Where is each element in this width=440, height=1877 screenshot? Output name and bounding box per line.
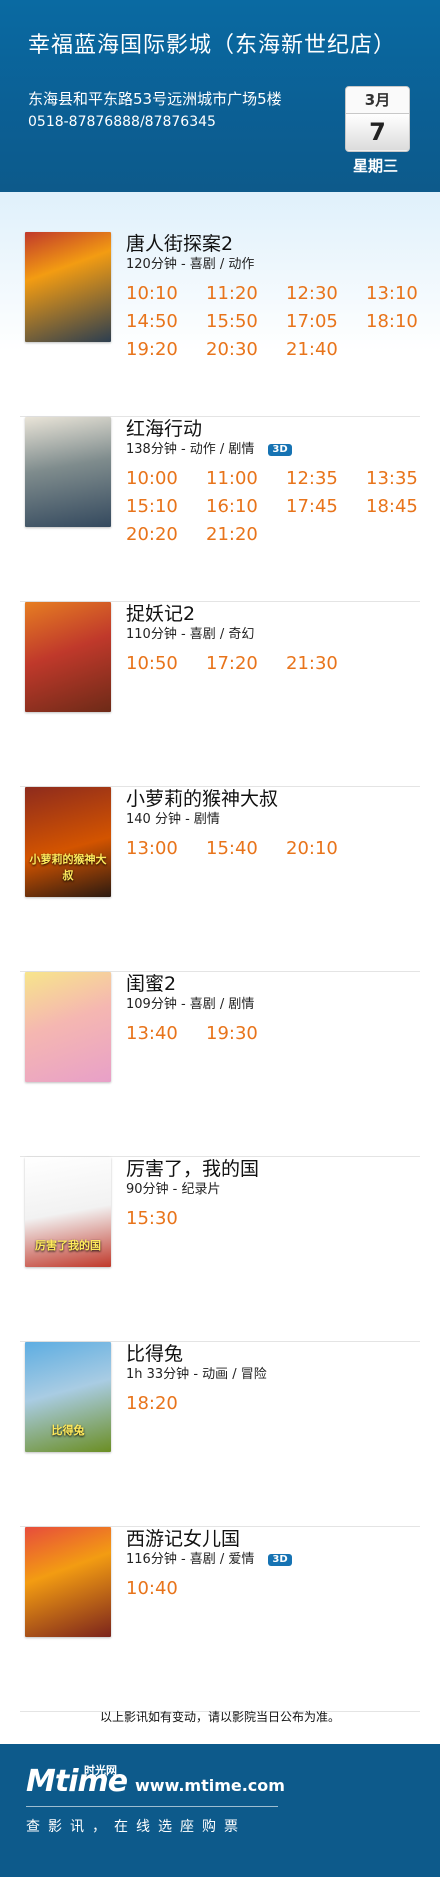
movie-item[interactable]: 西游记女儿国 116分钟 - 喜剧 / 爱情 3D 10:40: [20, 1527, 420, 1712]
showtime[interactable]: 12:35: [286, 468, 366, 490]
showtime[interactable]: 21:40: [286, 339, 366, 361]
showtime-list: 10:40: [126, 1578, 426, 1600]
movie-poster[interactable]: 比得兔: [25, 1342, 111, 1452]
movie-duration-genre: 110分钟 - 喜剧 / 奇幻: [126, 627, 255, 642]
schedule-notice: 以上影讯如有变动，请以影院当日公布为准。: [99, 1710, 340, 1724]
showtime[interactable]: 10:50: [126, 653, 206, 675]
showtime[interactable]: 14:50: [126, 311, 206, 333]
showtime[interactable]: 20:10: [286, 838, 366, 860]
showtime[interactable]: 12:30: [286, 283, 366, 305]
movie-title[interactable]: 小萝莉的猴神大叔: [126, 784, 278, 811]
movie-title[interactable]: 厉害了，我的国: [126, 1154, 259, 1181]
movie-meta: 110分钟 - 喜剧 / 奇幻: [126, 623, 254, 642]
showtime[interactable]: 17:20: [206, 653, 286, 675]
movie-poster[interactable]: 小萝莉的猴神大叔: [25, 787, 111, 897]
showtime[interactable]: 15:10: [126, 496, 206, 518]
poster-title-text: 比得兔: [51, 1424, 85, 1437]
footer-slogan: 查影讯，在线选座购票: [26, 1819, 246, 1835]
showtime[interactable]: 20:20: [126, 524, 206, 546]
showtime[interactable]: 16:10: [206, 496, 286, 518]
showtime[interactable]: 19:20: [126, 339, 206, 361]
showtime[interactable]: 13:00: [126, 838, 206, 860]
movie-item[interactable]: 唐人街探案2 120分钟 - 喜剧 / 动作 10:10 11:20 12:30 13:1…: [20, 232, 420, 417]
poster-title-text: 厉害了我的国: [35, 1239, 101, 1252]
date-card: 3月 7: [345, 86, 410, 152]
cinema-name: 幸福蓝海国际影城（东海新世纪店）: [28, 33, 397, 58]
showtime[interactable]: 17:45: [286, 496, 366, 518]
movie-title[interactable]: 闺蜜2: [126, 969, 176, 996]
showtime[interactable]: 10:10: [126, 283, 206, 305]
movie-poster[interactable]: [25, 972, 111, 1082]
format-3d-badge: 3D: [268, 443, 292, 456]
movie-title[interactable]: 唐人街探案2: [126, 229, 233, 256]
movie-duration-genre: 116分钟 - 喜剧 / 爱情: [126, 1552, 255, 1567]
format-3d-badge: 3D: [268, 1553, 292, 1566]
movie-poster[interactable]: [25, 602, 111, 712]
showtime[interactable]: 20:30: [206, 339, 286, 361]
movie-item[interactable]: 捉妖记2 110分钟 - 喜剧 / 奇幻 10:50 17:20 21:30: [20, 602, 420, 787]
website-link[interactable]: www.mtime.com: [135, 1776, 285, 1795]
movie-duration-genre: 140 分钟 - 剧情: [126, 812, 220, 827]
movie-poster[interactable]: [25, 417, 111, 527]
showtime[interactable]: 18:10: [366, 311, 426, 333]
movie-poster[interactable]: [25, 1527, 111, 1637]
movie-meta: 138分钟 - 动作 / 剧情 3D: [126, 438, 292, 457]
footer: Mtime 时光网 www.mtime.com 查影讯，在线选座购票: [0, 1744, 440, 1877]
showtime-list: 18:20: [126, 1393, 426, 1415]
showtime[interactable]: 13:10: [366, 283, 426, 305]
movie-duration-genre: 138分钟 - 动作 / 剧情: [126, 442, 255, 457]
divider: [26, 1806, 278, 1807]
showtime[interactable]: 21:20: [206, 524, 286, 546]
showtime[interactable]: 19:30: [206, 1023, 286, 1045]
showtime[interactable]: 13:35: [366, 468, 426, 490]
movie-item[interactable]: 厉害了我的国 厉害了，我的国 90分钟 - 纪录片 15:30: [20, 1157, 420, 1342]
showtime[interactable]: 11:20: [206, 283, 286, 305]
movie-meta: 116分钟 - 喜剧 / 爱情 3D: [126, 1548, 292, 1567]
showtime[interactable]: 11:00: [206, 468, 286, 490]
cinema-phone: 0518-87876888/87876345: [28, 114, 216, 130]
movie-item[interactable]: 闺蜜2 109分钟 - 喜剧 / 剧情 13:40 19:30: [20, 972, 420, 1157]
movie-duration-genre: 90分钟 - 纪录片: [126, 1182, 221, 1197]
showtime-list: 13:00 15:40 20:10: [126, 838, 426, 860]
weekday: 星期三: [353, 157, 399, 175]
showtime[interactable]: 15:40: [206, 838, 286, 860]
mtime-logo-cn: 时光网: [84, 1764, 117, 1777]
movie-title[interactable]: 红海行动: [126, 414, 202, 441]
showtime-list: 15:30: [126, 1208, 426, 1230]
showtime-list: 10:10 11:20 12:30 13:10 14:50 15:50 17:05 18:10…: [126, 283, 426, 361]
showtime[interactable]: 10:40: [126, 1578, 206, 1600]
movie-meta: 140 分钟 - 剧情: [126, 808, 220, 827]
showtime[interactable]: 13:40: [126, 1023, 206, 1045]
movie-poster[interactable]: [25, 232, 111, 342]
movie-meta: 109分钟 - 喜剧 / 剧情: [126, 993, 254, 1012]
movie-meta: 90分钟 - 纪录片: [126, 1178, 221, 1197]
movie-item[interactable]: 小萝莉的猴神大叔 小萝莉的猴神大叔 140 分钟 - 剧情 13:00 15:40 20:…: [20, 787, 420, 972]
showtime-list: 10:50 17:20 21:30: [126, 653, 426, 675]
showtime[interactable]: 15:30: [126, 1208, 206, 1230]
poster-title-text: 小萝莉的猴神大叔: [29, 853, 107, 882]
movie-title[interactable]: 捉妖记2: [126, 599, 195, 626]
date-month: 3月: [346, 87, 409, 114]
cinema-address: 东海县和平东路53号远洲城市广场5楼: [28, 90, 282, 108]
header: 幸福蓝海国际影城（东海新世纪店） 东海县和平东路53号远洲城市广场5楼 0518…: [0, 0, 440, 192]
date-day: 7: [346, 114, 409, 150]
movie-title[interactable]: 西游记女儿国: [126, 1524, 240, 1551]
showtime-list: 13:40 19:30: [126, 1023, 426, 1045]
showtime[interactable]: 15:50: [206, 311, 286, 333]
movie-duration-genre: 109分钟 - 喜剧 / 剧情: [126, 997, 255, 1012]
movie-meta: 1h 33分钟 - 动画 / 冒险: [126, 1363, 267, 1382]
movie-item[interactable]: 红海行动 138分钟 - 动作 / 剧情 3D 10:00 11:00 12:35 13:3…: [20, 417, 420, 602]
movie-duration-genre: 1h 33分钟 - 动画 / 冒险: [126, 1367, 267, 1382]
movie-meta: 120分钟 - 喜剧 / 动作: [126, 253, 254, 272]
movie-title[interactable]: 比得兔: [126, 1339, 183, 1366]
showtime[interactable]: 18:20: [126, 1393, 206, 1415]
showtime[interactable]: 10:00: [126, 468, 206, 490]
showtime[interactable]: 21:30: [286, 653, 366, 675]
showtime[interactable]: 18:45: [366, 496, 426, 518]
movie-item[interactable]: 比得兔 比得兔 1h 33分钟 - 动画 / 冒险 18:20: [20, 1342, 420, 1527]
showtime[interactable]: 17:05: [286, 311, 366, 333]
movie-duration-genre: 120分钟 - 喜剧 / 动作: [126, 257, 255, 272]
movie-poster[interactable]: 厉害了我的国: [25, 1157, 111, 1267]
showtime-list: 10:00 11:00 12:35 13:35 15:10 16:10 17:45 18:45…: [126, 468, 426, 546]
